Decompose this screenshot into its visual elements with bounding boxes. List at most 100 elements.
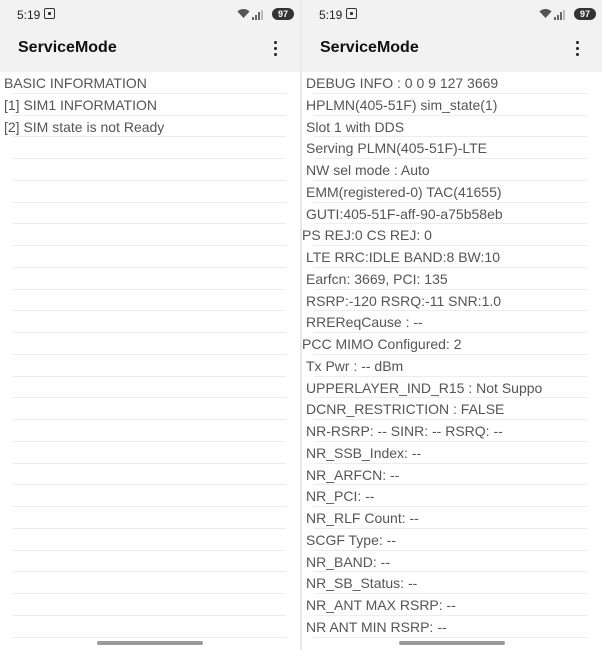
wifi-icon (539, 8, 552, 22)
debug-info-list: DEBUG INFO : 0 0 9 127 3669 HPLMN(405-51F… (302, 72, 602, 650)
list-item-label: NR_SSB_Index: -- (306, 444, 422, 461)
info-list: BASIC INFORMATION [1] SIM1 INFORMATION [2]… (0, 72, 300, 650)
app-title: ServiceMode (18, 39, 117, 56)
list-item-label: SCGF Type: -- (306, 531, 396, 548)
list-item[interactable] (0, 464, 300, 486)
list-item[interactable]: NR_BAND: -- (302, 551, 602, 573)
list-item-label: NR_SB_Status: -- (306, 575, 418, 592)
list-item-label: Tx Pwr : -- dBm (306, 357, 404, 374)
list-item[interactable]: UPPERLAYER_IND_R15 : Not Suppo (302, 377, 602, 399)
status-time: 5:19 (319, 8, 343, 22)
list-item[interactable]: Slot 1 with DDS (302, 116, 602, 138)
list-item[interactable]: NW sel mode : Auto (302, 159, 602, 181)
list-item[interactable]: LTE RRC:IDLE BAND:8 BW:10 (302, 246, 602, 268)
list-item[interactable] (0, 529, 300, 551)
list-item[interactable]: DCNR_RESTRICTION : FALSE (302, 398, 602, 420)
list-item-label: NR_BAND: -- (306, 553, 391, 570)
list-item[interactable] (0, 572, 300, 594)
battery-icon: 97 (574, 8, 596, 20)
list-item[interactable] (0, 333, 300, 355)
list-item-label: NR_ARFCN: -- (306, 466, 400, 483)
list-item-label: NR_PCI: -- (306, 488, 375, 505)
wifi-icon (237, 8, 250, 22)
list-item[interactable] (0, 551, 300, 573)
list-item[interactable]: NR-RSRP: -- SINR: -- RSRQ: -- (302, 420, 602, 442)
status-bar: 5:19 97 (0, 0, 300, 28)
list-item[interactable] (0, 594, 300, 616)
list-item[interactable] (0, 246, 300, 268)
list-item-label: NR_ANT MAX RSRP: -- (306, 597, 456, 613)
list-item-label: NW sel mode : Auto (306, 162, 430, 178)
list-item[interactable]: [1] SIM1 INFORMATION (0, 94, 300, 116)
list-item[interactable]: NR_ANT MAX RSRP: -- (302, 594, 602, 616)
battery-icon: 97 (272, 8, 294, 20)
list-item[interactable]: HPLMN(405-51F) sim_state(1) (302, 94, 602, 116)
list-item-label: PCC MIMO Configured: 2 (302, 336, 462, 352)
signal-icon (554, 10, 565, 20)
list-item[interactable] (0, 507, 300, 529)
list-item[interactable]: RSRP:-120 RSRQ:-11 SNR:1.0 (302, 290, 602, 312)
list-item[interactable]: NR_SSB_Index: -- (302, 442, 602, 464)
list-item[interactable]: [2] SIM state is not Ready (0, 116, 300, 138)
list-item[interactable] (0, 420, 300, 442)
list-item[interactable]: NR_ARFCN: -- (302, 464, 602, 486)
list-item[interactable]: SCGF Type: -- (302, 529, 602, 551)
more-vert-icon[interactable] (270, 41, 280, 57)
status-time: 5:19 (17, 8, 41, 22)
list-item[interactable]: BASIC INFORMATION (0, 72, 300, 94)
list-item-label: DCNR_RESTRICTION : FALSE (306, 401, 505, 418)
list-item[interactable]: EMM(registered-0) TAC(41655) (302, 181, 602, 203)
gesture-nav-handle[interactable] (399, 641, 505, 645)
list-item[interactable]: DEBUG INFO : 0 0 9 127 3669 (302, 72, 602, 94)
list-item[interactable] (0, 485, 300, 507)
screenshot-icon (44, 8, 55, 19)
list-item-label: PS REJ:0 CS REJ: 0 (302, 227, 432, 244)
list-item[interactable] (0, 203, 300, 225)
list-item[interactable]: Tx Pwr : -- dBm (302, 355, 602, 377)
list-item[interactable] (0, 290, 300, 312)
screenshot-icon (346, 8, 357, 19)
list-item[interactable] (0, 355, 300, 377)
list-item-label: UPPERLAYER_IND_R15 : Not Suppo (306, 379, 543, 396)
list-item[interactable]: PCC MIMO Configured: 2 (302, 333, 602, 355)
list-item[interactable]: NR_PCI: -- (302, 485, 602, 507)
list-item-label: LTE RRC:IDLE BAND:8 BW:10 (306, 249, 500, 265)
gesture-nav-handle[interactable] (97, 641, 203, 645)
list-item-label: RSRP:-120 RSRQ:-11 SNR:1.0 (306, 292, 502, 309)
list-item[interactable] (0, 311, 300, 333)
app-title: ServiceMode (320, 39, 419, 56)
list-item[interactable]: NR_RLF Count: -- (302, 507, 602, 529)
list-item-label: NR_RLF Count: -- (306, 510, 419, 526)
list-item[interactable]: Serving PLMN(405-51F)-LTE (302, 137, 602, 159)
list-item-label: Slot 1 with DDS (306, 118, 405, 135)
status-bar: 5:19 97 (302, 0, 602, 28)
signal-icon (252, 10, 263, 20)
list-item[interactable] (0, 616, 300, 638)
list-item-label: RREReqCause : -- (306, 314, 423, 331)
list-item[interactable] (0, 224, 300, 246)
list-item[interactable]: Earfcn: 3669, PCI: 135 (302, 268, 602, 290)
list-item[interactable]: NR_SB_Status: -- (302, 572, 602, 594)
list-item[interactable] (0, 442, 300, 464)
list-item[interactable] (0, 181, 300, 203)
list-item-label: [2] SIM state is not Ready (4, 118, 165, 135)
left-screen: 5:19 97 ServiceMode BASIC INFORMATION [1]… (0, 0, 300, 650)
list-item[interactable] (0, 268, 300, 290)
list-item[interactable] (0, 398, 300, 420)
more-vert-icon[interactable] (572, 41, 582, 57)
list-item-label: DEBUG INFO : 0 0 9 127 3669 (306, 75, 499, 91)
list-item[interactable]: NR ANT MIN RSRP: -- (302, 616, 602, 638)
list-item[interactable] (0, 159, 300, 181)
list-item[interactable] (0, 377, 300, 399)
list-item[interactable]: GUTI:405-51F-aff-90-a75b58eb (302, 203, 602, 225)
app-bar: ServiceMode (0, 28, 300, 72)
list-item-label: NR ANT MIN RSRP: -- (306, 618, 447, 635)
list-item-label: GUTI:405-51F-aff-90-a75b58eb (306, 205, 503, 222)
list-item[interactable] (0, 137, 300, 159)
list-item-label: NR-RSRP: -- SINR: -- RSRQ: -- (306, 423, 503, 439)
list-item-label: Serving PLMN(405-51F)-LTE (306, 140, 488, 157)
list-item[interactable]: RREReqCause : -- (302, 311, 602, 333)
right-screen: 5:19 97 ServiceMode DEBUG INFO : 0 0 9 1… (302, 0, 602, 650)
list-item[interactable]: PS REJ:0 CS REJ: 0 (302, 224, 602, 246)
app-bar: ServiceMode (302, 28, 602, 72)
